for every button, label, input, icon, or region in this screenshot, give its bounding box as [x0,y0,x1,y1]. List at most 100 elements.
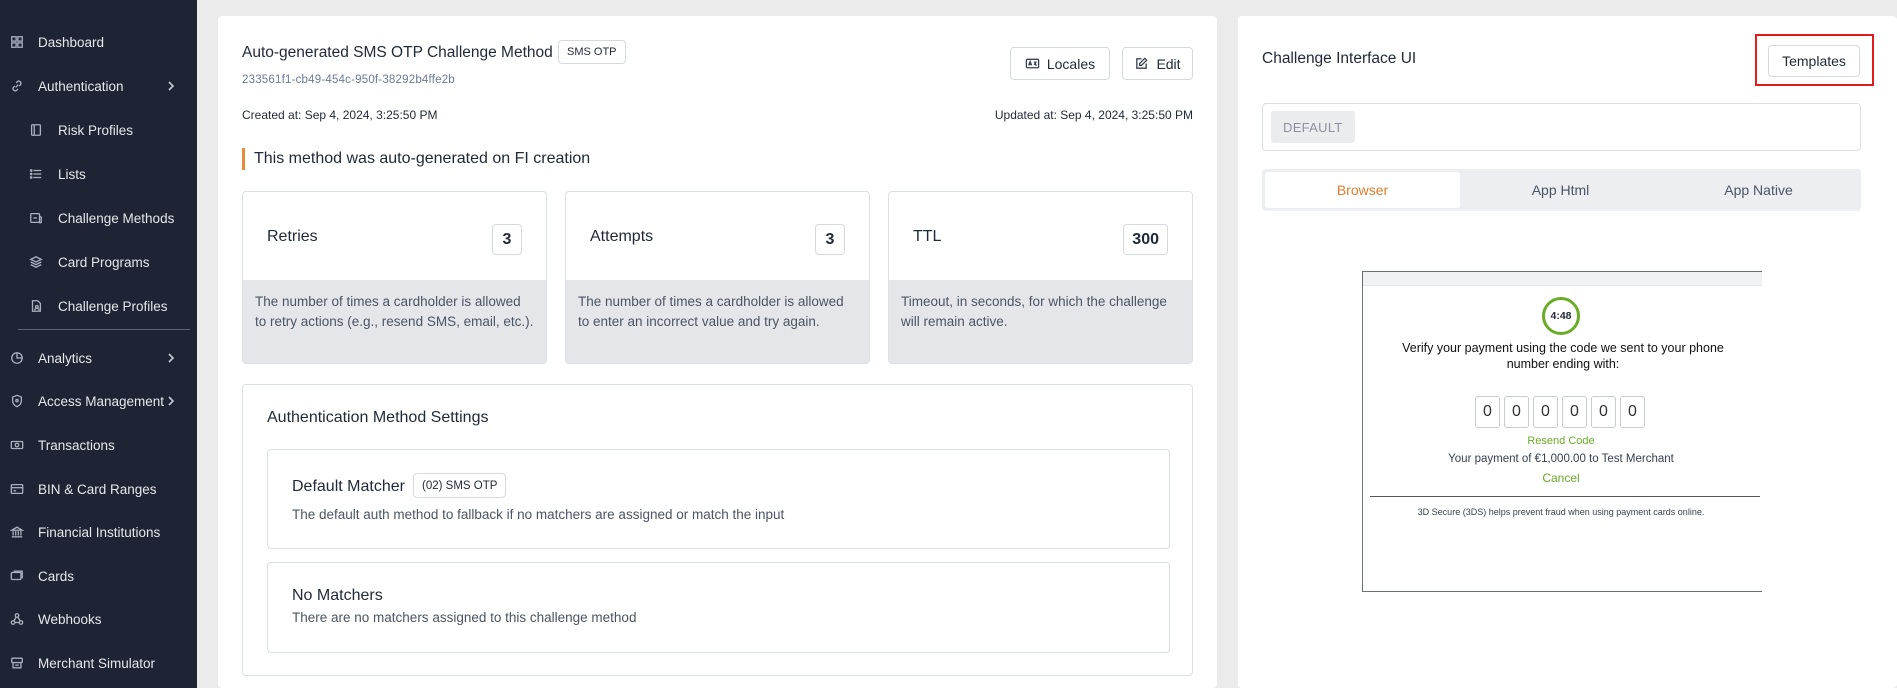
sidebar-item-merchant-simulator[interactable]: Merchant Simulator [0,643,197,683]
stat-name: TTL [913,228,942,245]
sidebar-item-risk-profiles[interactable]: Risk Profiles [0,110,197,150]
stat-value: 3 [815,224,845,255]
layers-icon [29,255,43,269]
tab-app-native[interactable]: App Native [1661,172,1856,208]
challenge-interface-panel: Challenge Interface UI Templates DEFAULT… [1238,16,1897,688]
payment-summary: Your payment of €1,000.00 to Test Mercha… [1448,453,1674,465]
card-ranges-icon [10,482,24,496]
otp-digit-input[interactable]: 0 [1562,396,1587,428]
challenge-method-panel: Auto-generated SMS OTP Challenge Method … [218,16,1217,688]
risk-profiles-icon [29,123,43,137]
stat-value: 3 [492,224,522,255]
challenge-methods-icon [29,211,43,225]
sidebar-item-authentication[interactable]: Authentication [0,66,197,106]
sidebar-item-label: Analytics [38,350,93,366]
sidebar-item-label: Financial Institutions [38,524,161,540]
stat-description: The number of times a cardholder is allo… [243,280,546,363]
otp-digit-input[interactable]: 0 [1475,396,1500,428]
money-icon [10,438,24,452]
stat-name: Attempts [590,228,654,245]
sidebar-item-challenge-profiles[interactable]: Challenge Profiles [0,286,197,326]
analytics-icon [10,351,24,365]
preview-topbar [1363,272,1762,286]
default-matcher-description: The default auth method to fallback if n… [292,507,785,522]
otp-digit-input[interactable]: 0 [1591,396,1616,428]
sidebar-item-access-management[interactable]: Access Management [0,381,197,421]
updated-at: Updated at: Sep 4, 2024, 3:25:50 PM [994,108,1193,122]
sidebar-item-label: Dashboard [38,34,105,50]
default-matcher-title: Default Matcher [292,478,405,495]
otp-digit-input[interactable]: 0 [1620,396,1645,428]
sidebar-item-challenge-methods[interactable]: Challenge Methods [0,198,197,238]
cards-icon [10,569,24,583]
sidebar-item-lists[interactable]: Lists [0,154,197,194]
no-matchers-box: No Matchers There are no matchers assign… [267,562,1170,653]
list-icon [29,167,43,181]
bank-icon [10,525,24,539]
resend-code-link[interactable]: Resend Code [1363,435,1759,447]
locales-button-label: Locales [1046,55,1096,72]
locale-selector: DEFAULT [1262,103,1861,151]
countdown-timer: 4:48 [1542,297,1580,335]
sidebar-item-cards[interactable]: Cards [0,556,197,596]
sidebar: Dashboard Authentication Risk Profiles L… [0,0,197,688]
sidebar-divider [18,329,190,330]
stat-description: The number of times a cardholder is allo… [566,280,869,363]
dashboard-icon [10,35,24,49]
preview-tabs: Browser App Html App Native [1262,169,1861,211]
card-header: Attempts 3 [566,192,869,280]
method-type-badge: SMS OTP [558,40,626,64]
cancel-link[interactable]: Cancel [1363,471,1759,485]
tab-app-html[interactable]: App Html [1463,172,1658,208]
no-matchers-title: No Matchers [292,587,383,604]
default-locale-tag[interactable]: DEFAULT [1271,111,1355,143]
attempts-card: Attempts 3 The number of times a cardhol… [565,191,870,364]
method-uuid: 233561f1-cb49-454c-950f-38292b4ffe2b [242,74,455,86]
sidebar-item-label: Challenge Profiles [58,298,168,314]
3ds-footer-note: 3D Secure (3DS) helps prevent fraud when… [1417,507,1705,517]
sidebar-item-label: Cards [38,568,75,584]
sidebar-item-label: Card Programs [58,254,150,270]
no-matchers-description: There are no matchers assigned to this c… [292,610,637,625]
sidebar-item-label: Access Management [38,393,165,409]
edit-button[interactable]: Edit [1122,47,1193,80]
tab-browser[interactable]: Browser [1265,172,1460,208]
page-title: Auto-generated SMS OTP Challenge Method [242,44,553,61]
chevron-right-icon [168,81,175,91]
sidebar-item-transactions[interactable]: Transactions [0,425,197,465]
stat-description: Timeout, in seconds, for which the chall… [889,280,1192,363]
card-header: Retries 3 [243,192,546,280]
templates-button[interactable]: Templates [1768,45,1860,77]
ttl-card: TTL 300 Timeout, in seconds, for which t… [888,191,1193,364]
shield-icon [10,394,24,408]
default-matcher-box: Default Matcher (02) SMS OTP The default… [267,449,1170,549]
edit-icon [1136,57,1149,69]
sidebar-item-label: Challenge Methods [58,210,175,226]
sidebar-item-webhooks[interactable]: Webhooks [0,599,197,639]
webhook-icon [10,612,24,626]
otp-inputs: 0 0 0 0 0 0 [1475,396,1645,428]
chevron-right-icon [168,396,175,406]
otp-digit-input[interactable]: 0 [1533,396,1558,428]
locales-button[interactable]: Locales [1010,47,1110,80]
sidebar-item-analytics[interactable]: Analytics [0,338,197,378]
preview-divider [1370,496,1760,497]
settings-title: Authentication Method Settings [267,409,489,426]
verification-message: Verify your payment using the code we se… [1402,341,1724,371]
sidebar-item-label: Lists [58,166,86,182]
stat-name: Retries [267,228,318,245]
edit-button-label: Edit [1156,55,1181,72]
sidebar-item-dashboard[interactable]: Dashboard [0,22,197,62]
retries-card: Retries 3 The number of times a cardhold… [242,191,547,364]
sidebar-item-financial-institutions[interactable]: Financial Institutions [0,512,197,552]
file-user-icon [29,299,43,313]
sidebar-item-bin-card-ranges[interactable]: BIN & Card Ranges [0,469,197,509]
sidebar-item-label: Webhooks [38,611,102,627]
auth-method-settings: Authentication Method Settings Default M… [242,384,1193,676]
language-icon [1025,58,1040,69]
challenge-preview: 4:48 Verify your payment using the code … [1362,271,1762,592]
sidebar-item-card-programs[interactable]: Card Programs [0,242,197,282]
sidebar-item-label: Risk Profiles [58,122,134,138]
created-at: Created at: Sep 4, 2024, 3:25:50 PM [242,108,438,122]
otp-digit-input[interactable]: 0 [1504,396,1529,428]
